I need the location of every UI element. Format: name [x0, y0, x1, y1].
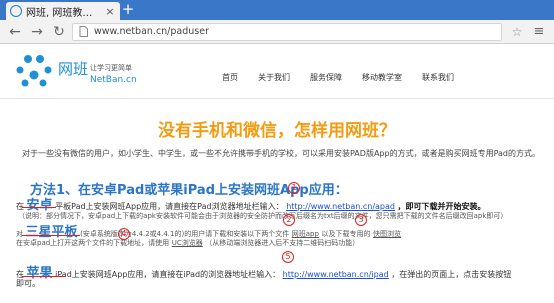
browser-tab-strip: 网班, 网班教… × +: [0, 0, 554, 20]
nav-mobile-classroom[interactable]: 移动教学室: [362, 72, 402, 83]
tab-close-icon[interactable]: ×: [104, 5, 116, 18]
apple-line-2: 即可。: [16, 278, 40, 289]
page-title: 没有手机和微信，怎样用网班？: [158, 121, 396, 141]
browser-menu-icon[interactable]: ≡: [530, 24, 548, 39]
url-input[interactable]: www.netban.cn/paduser: [72, 22, 502, 41]
uc-browser-link[interactable]: UC浏览器: [172, 239, 203, 247]
logo-en: NetBan.cn: [90, 75, 137, 85]
ipad-download-link[interactable]: http://www.netban.cn/ipad: [283, 270, 389, 279]
samsung-text2: 以及下载专用的: [321, 230, 371, 238]
nav-home[interactable]: 首页: [222, 72, 238, 83]
samsung-text1: (安卓系统版本为4.4.2或4.4.1的)的用户请下载和安装以下两个文件: [80, 230, 290, 238]
logo-slogan: 让学习更简单: [90, 63, 132, 72]
annotation-marker-2: 2: [283, 214, 295, 226]
samsung-underline: [22, 235, 80, 236]
samsung-line-2: 在安卓pad上打开这两个文件的下载地址，请使用 UC浏览器 （从移动端浏览器进入…: [16, 238, 359, 248]
samsung-prefix: 对: [16, 230, 23, 238]
quick-view-link[interactable]: 快图浏览: [373, 230, 401, 238]
netban-app-link[interactable]: 网班app: [292, 230, 319, 238]
samsung-line2b: （从移动端浏览器进入后不支持二维码扫码功能）: [205, 239, 360, 247]
nav-divider: [0, 98, 554, 99]
netban-logo[interactable]: 网班 让学习更简单 NetBan.cn: [14, 50, 164, 92]
browser-tab[interactable]: 网班, 网班教… ×: [6, 2, 120, 20]
android-underline: [22, 207, 56, 208]
apple-underline: [22, 276, 66, 277]
back-arrow-icon[interactable]: ←: [6, 23, 24, 41]
bookmark-star-icon[interactable]: ☆: [508, 25, 526, 39]
apple-text: iPad上安装网班App应用，请直接在iPad的浏览器地址栏输入：: [55, 270, 281, 279]
site-favicon-icon: [10, 5, 22, 17]
annotation-marker-1: 1: [288, 182, 300, 194]
nav-contact[interactable]: 联系我们: [422, 72, 454, 83]
forward-arrow-icon[interactable]: →: [28, 23, 46, 41]
annotation-marker-5: 5: [282, 251, 294, 263]
apple-line: 在 苹果 iPad上安装网班App应用，请直接在iPad的浏览器地址栏输入： h…: [16, 262, 511, 281]
address-bar: ← → ↻ www.netban.cn/paduser ☆ ≡: [0, 20, 554, 44]
annotation-marker-4: 4: [118, 228, 130, 240]
url-text: www.netban.cn/paduser: [94, 26, 209, 37]
logo-cn: 网班: [58, 60, 88, 78]
reload-icon[interactable]: ↻: [50, 23, 68, 41]
nav-service[interactable]: 服务保障: [310, 72, 342, 83]
android-note: （说明：部分情况下，安卓pad上下载的apk安装软件可能会由于浏览器的安全防护而…: [18, 212, 508, 220]
android-download-link[interactable]: http://www.netban.cn/apad: [286, 202, 395, 211]
site-nav: 首页 关于我们 服务保障 移动教学室 联系我们: [222, 72, 474, 83]
page-icon: [79, 26, 88, 37]
apple-line2: 即可。: [16, 279, 40, 288]
intro-paragraph: 对于一些没有微信的用户，如小学生、中学生，或一些不允许携带手机的学校，可以采用安…: [22, 149, 541, 158]
apple-suffix: ，在弹出的页面上，点击安装按钮: [391, 270, 512, 279]
samsung-line2a: 在安卓pad上打开这两个文件的下载地址，请使用: [16, 239, 170, 247]
android-text: 平板Pad上安装网班App应用，请直接在Pad浏览器地址栏输入：: [55, 202, 284, 211]
nav-about[interactable]: 关于我们: [258, 72, 290, 83]
annotation-marker-3: 3: [355, 214, 367, 226]
tab-title: 网班, 网班教…: [26, 7, 93, 19]
android-suffix: ，即可下载并开始安装。: [397, 202, 486, 211]
new-tab-icon[interactable]: +: [120, 2, 136, 18]
